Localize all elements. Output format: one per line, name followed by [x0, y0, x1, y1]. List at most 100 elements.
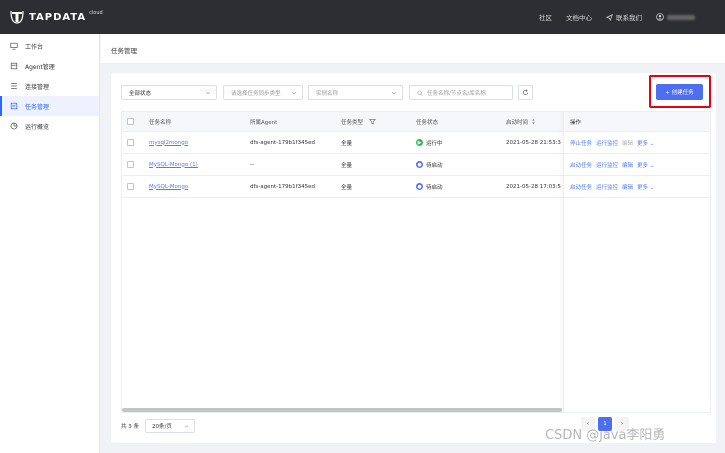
chevron-down-icon — [291, 91, 297, 95]
column-header-agent: 所属Agent — [250, 119, 278, 126]
task-type: 全量 — [341, 140, 353, 147]
row-checkbox[interactable] — [127, 154, 134, 175]
chevron-down-icon — [184, 425, 189, 428]
pending-status-icon: ● — [416, 161, 423, 168]
task-panel: 全部状态 请选择任务同步类型 实例名称 任务名称/节点名/库名称 + 创建任务 … — [111, 73, 716, 443]
page-size-value: 20条/页 — [152, 424, 172, 430]
task-type: 全量 — [341, 184, 353, 191]
task-agent: -- — [250, 161, 254, 168]
chevron-down-icon: ⌄ — [649, 140, 655, 147]
user-menu[interactable] — [656, 13, 695, 21]
column-header-start-time[interactable]: 启动时间 — [506, 112, 536, 131]
pending-status-icon: ● — [416, 183, 423, 190]
task-table: 任务名称 所属Agent 任务类型 任务状态 启动时间 mysql2mongo … — [121, 111, 711, 413]
chevron-down-icon: ⌄ — [649, 162, 655, 169]
task-status: ● 待启动 — [416, 176, 443, 197]
start-task-button[interactable]: 启动任务 — [570, 161, 592, 169]
row-actions: 启动任务 运行监控 编辑 更多 ⌄ — [570, 176, 654, 197]
task-name-link[interactable]: MySQL-Mongo — [149, 176, 188, 197]
column-header-name: 任务名称 — [149, 119, 172, 126]
page-title: 任务管理 — [111, 47, 137, 55]
sync-type-placeholder: 请选择任务同步类型 — [231, 90, 281, 97]
send-icon — [606, 13, 613, 21]
more-dropdown[interactable]: 更多 ⌄ — [637, 139, 654, 147]
sidebar-item-label: Agent管理 — [25, 63, 55, 71]
running-status-icon: ▶ — [416, 139, 423, 146]
sidebar-item-overview[interactable]: 运行概览 — [0, 116, 99, 136]
refresh-button[interactable] — [518, 85, 533, 100]
sidebar-item-task[interactable]: 任务管理 — [0, 96, 99, 116]
task-icon — [10, 102, 18, 110]
more-label: 更多 — [637, 140, 649, 147]
row-checkbox[interactable] — [127, 132, 134, 153]
filter-icon[interactable] — [369, 118, 377, 125]
sidebar: 工作台 Agent管理 连接管理 任务管理 运行概览 — [0, 34, 100, 453]
task-name-link[interactable]: MySQL-Mongo (1) — [149, 154, 198, 175]
contact-link[interactable]: 联系我们 — [606, 12, 642, 22]
row-actions: 停止任务 运行监控 编辑 更多 ⌄ — [570, 132, 654, 153]
sidebar-item-workbench[interactable]: 工作台 — [0, 36, 99, 56]
connection-icon — [10, 82, 18, 90]
create-task-button[interactable]: + 创建任务 — [656, 84, 703, 100]
row-checkbox[interactable] — [127, 176, 134, 197]
search-input[interactable]: 任务名称/节点名/库名称 — [409, 85, 513, 100]
column-header-ops: 操作 — [570, 119, 582, 126]
sidebar-item-agent[interactable]: Agent管理 — [0, 56, 99, 76]
brand-logo[interactable]: TAPDATA cloud — [10, 9, 103, 25]
user-icon — [656, 13, 664, 21]
edit-button[interactable]: 编辑 — [622, 139, 633, 147]
monitor-button[interactable]: 运行监控 — [596, 139, 618, 147]
tapdata-logo-icon — [10, 10, 24, 24]
monitor-button[interactable]: 运行监控 — [596, 183, 618, 191]
watermark: CSDN @java李阳勇 — [545, 428, 666, 443]
edit-button[interactable]: 编辑 — [622, 161, 633, 169]
status-label: 待启动 — [426, 184, 443, 191]
status-label: 运行中 — [426, 140, 443, 147]
page-header: 任务管理 — [101, 34, 725, 64]
select-all-checkbox[interactable] — [127, 112, 134, 131]
sidebar-item-label: 任务管理 — [25, 103, 50, 111]
more-label: 更多 — [637, 162, 649, 169]
task-start-time: 2021-05-28 21:53:3 — [506, 139, 561, 146]
status-filter-select[interactable]: 全部状态 — [121, 85, 217, 100]
column-header-type[interactable]: 任务类型 — [341, 112, 377, 131]
chevron-down-icon — [205, 91, 211, 95]
username-redacted — [667, 14, 695, 20]
task-type: 全量 — [341, 162, 353, 169]
task-start-time — [506, 154, 562, 175]
overview-icon — [10, 122, 18, 130]
instance-placeholder: 实例名称 — [316, 90, 339, 97]
sidebar-item-connection[interactable]: 连接管理 — [0, 76, 99, 96]
task-start-time: 2021-05-28 17:03:5 — [506, 183, 561, 190]
task-status: ▶ 运行中 — [416, 132, 443, 153]
stop-task-button[interactable]: 停止任务 — [570, 139, 592, 147]
start-task-button[interactable]: 启动任务 — [570, 183, 592, 191]
task-name-link[interactable]: mysql2mongo — [149, 132, 188, 153]
sort-icon[interactable] — [531, 118, 536, 125]
more-dropdown[interactable]: 更多 ⌄ — [637, 161, 654, 169]
horizontal-scrollbar[interactable] — [122, 408, 562, 412]
community-link[interactable]: 社区 — [539, 12, 552, 22]
total-count: 共 3 条 — [121, 424, 139, 430]
row-actions: 启动任务 运行监控 编辑 更多 ⌄ — [570, 154, 654, 175]
column-header-start-time-label: 启动时间 — [506, 119, 529, 126]
top-nav: 社区 文档中心 联系我们 — [539, 12, 695, 22]
more-label: 更多 — [637, 184, 649, 191]
brand-sup: cloud — [89, 10, 103, 16]
column-header-status: 任务状态 — [416, 119, 439, 126]
top-bar: TAPDATA cloud 社区 文档中心 联系我们 — [0, 0, 725, 34]
monitor-icon — [10, 42, 18, 50]
page-size-select[interactable]: 20条/页 — [145, 419, 195, 433]
monitor-button[interactable]: 运行监控 — [596, 161, 618, 169]
status-filter-value: 全部状态 — [129, 90, 152, 97]
instance-filter-select[interactable]: 实例名称 — [308, 85, 403, 100]
status-label: 待启动 — [426, 162, 443, 169]
more-dropdown[interactable]: 更多 ⌄ — [637, 183, 654, 191]
edit-button[interactable]: 编辑 — [622, 183, 633, 191]
refresh-icon — [523, 89, 528, 95]
chevron-down-icon — [391, 91, 397, 95]
sync-type-filter-select[interactable]: 请选择任务同步类型 — [223, 85, 303, 100]
task-agent: dfs-agent-179b1f345ed — [250, 139, 315, 146]
chevron-down-icon: ⌄ — [649, 184, 655, 191]
docs-link[interactable]: 文档中心 — [566, 12, 592, 22]
